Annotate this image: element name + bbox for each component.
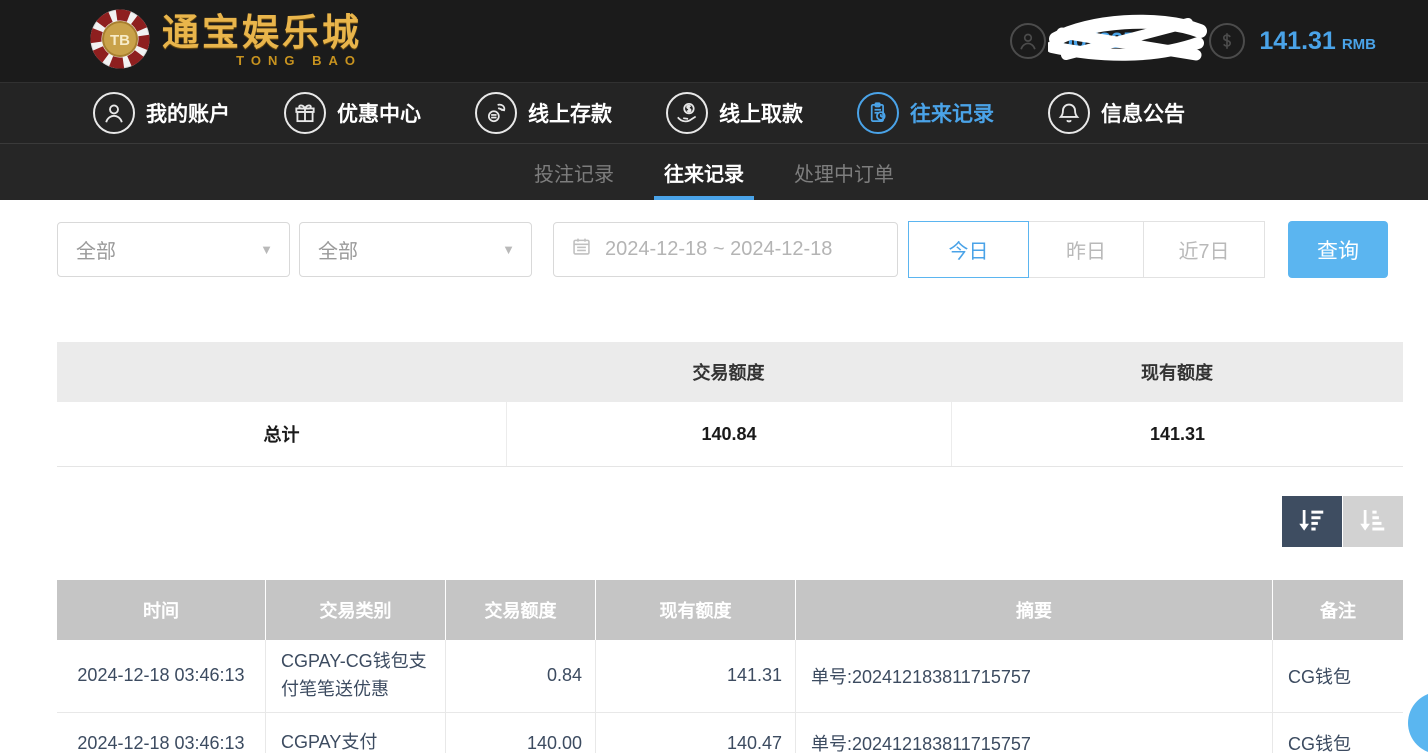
- user-avatar-icon: [1010, 23, 1046, 59]
- casino-chip-icon: TB: [88, 7, 152, 76]
- tab-betting-records[interactable]: 投注记录: [530, 144, 618, 200]
- topbar-right: bo7325 141.31 RMB: [1010, 0, 1376, 82]
- active-tab-underline: [654, 196, 754, 200]
- quick-date-buttons: 今日 昨日 近7日: [908, 221, 1265, 278]
- record-tabs: 投注记录 往来记录 处理中订单: [0, 143, 1428, 200]
- summary-header-balance: 现有额度: [951, 359, 1403, 385]
- nav-item-my-account[interactable]: 我的账户: [93, 92, 230, 134]
- table-cell: CGPAY-CG钱包支付笔笔送优惠: [265, 640, 445, 712]
- table-cell: 0.84: [445, 640, 595, 712]
- calendar-icon: [571, 236, 592, 263]
- floating-chat-button[interactable]: [1408, 692, 1428, 753]
- sort-descending-button[interactable]: [1282, 496, 1342, 547]
- table-cell: 单号:202412183811715757: [795, 640, 1272, 712]
- tab-label: 处理中订单: [794, 158, 894, 187]
- table-cell: 2024-12-18 03:46:13: [57, 640, 265, 712]
- chevron-down-icon: ▼: [260, 242, 273, 257]
- column-header: 交易额度: [445, 580, 595, 640]
- balance-number: 141.31: [1259, 27, 1335, 55]
- column-header: 交易类别: [265, 580, 445, 640]
- summary-header-row: 交易额度 现有额度: [57, 342, 1403, 402]
- records-body: 2024-12-18 03:46:13CGPAY-CG钱包支付笔笔送优惠0.84…: [57, 640, 1403, 753]
- table-cell: 140.00: [445, 713, 595, 753]
- tab-label: 投注记录: [534, 158, 614, 187]
- main-navigation: 我的账户 优惠中心: [0, 82, 1428, 143]
- nav-label: 我的账户: [146, 98, 230, 128]
- records-icon: [857, 92, 899, 134]
- chevron-down-icon: ▼: [502, 242, 515, 257]
- summary-total-label: 总计: [57, 421, 506, 447]
- category-dropdown[interactable]: 全部 ▼: [57, 222, 290, 277]
- nav-item-withdraw[interactable]: 线上取款: [666, 92, 803, 134]
- summary-total-row: 总计 140.84 141.31: [57, 402, 1403, 467]
- table-cell: 140.47: [595, 713, 795, 753]
- records-header-row: 时间交易类别交易额度现有额度摘要备注: [57, 580, 1403, 640]
- nav-label: 信息公告: [1101, 98, 1185, 128]
- summary-table: 交易额度 现有额度 总计 140.84 141.31: [57, 342, 1403, 467]
- top-header: TB 通宝娱乐城 TONG BAO bo7325: [0, 0, 1428, 82]
- table-row: 2024-12-18 03:46:13CGPAY-CG钱包支付笔笔送优惠0.84…: [57, 640, 1403, 713]
- tab-transaction-records[interactable]: 往来记录: [660, 144, 748, 200]
- summary-transaction-total: 140.84: [506, 402, 951, 466]
- table-cell: CG钱包: [1272, 713, 1403, 753]
- date-range-value: 2024-12-18 ~ 2024-12-18: [605, 238, 832, 261]
- today-button[interactable]: 今日: [908, 221, 1029, 278]
- sort-ascending-button[interactable]: [1343, 496, 1403, 547]
- wallet-balance: 141.31 RMB: [1209, 23, 1376, 59]
- summary-header-transaction: 交易额度: [506, 359, 951, 385]
- logo-subtitle: TONG BAO: [162, 53, 362, 68]
- table-cell: 141.31: [595, 640, 795, 712]
- sort-ascending-icon: [1358, 505, 1388, 538]
- nav-label: 往来记录: [910, 98, 994, 128]
- table-cell: 2024-12-18 03:46:13: [57, 713, 265, 753]
- user-account: bo7325: [1010, 23, 1136, 59]
- filter-bar: 全部 ▼ 全部 ▼ 2024-12-18 ~ 2024-12-18 今日: [57, 221, 1428, 278]
- username-text: bo7325: [1060, 28, 1136, 54]
- table-cell: CGPAY支付: [265, 713, 445, 753]
- tab-label: 往来记录: [664, 158, 744, 187]
- nav-label: 线上取款: [719, 98, 803, 128]
- deposit-icon: [475, 92, 517, 134]
- nav-label: 线上存款: [528, 98, 612, 128]
- tab-processing-orders[interactable]: 处理中订单: [790, 144, 898, 200]
- user-icon: [93, 92, 135, 134]
- svg-text:TB: TB: [110, 32, 130, 49]
- logo-text: 通宝娱乐城 TONG BAO: [162, 14, 362, 68]
- table-row: 2024-12-18 03:46:13CGPAY支付140.00140.47单号…: [57, 713, 1403, 753]
- page: TB 通宝娱乐城 TONG BAO bo7325: [0, 0, 1428, 753]
- sort-controls: [0, 496, 1403, 547]
- nav-item-announcements[interactable]: 信息公告: [1048, 92, 1185, 134]
- balance-currency: RMB: [1342, 36, 1376, 53]
- date-range-input[interactable]: 2024-12-18 ~ 2024-12-18: [553, 222, 898, 277]
- search-button[interactable]: 查询: [1288, 221, 1388, 278]
- nav-item-promotions[interactable]: 优惠中心: [284, 92, 421, 134]
- nav-item-deposit[interactable]: 线上存款: [475, 92, 612, 134]
- type-dropdown-value: 全部: [318, 235, 358, 264]
- category-dropdown-value: 全部: [76, 235, 116, 264]
- records-table: 时间交易类别交易额度现有额度摘要备注 2024-12-18 03:46:13CG…: [57, 580, 1403, 753]
- last-7-days-button[interactable]: 近7日: [1143, 221, 1265, 278]
- site-logo[interactable]: TB 通宝娱乐城 TONG BAO: [88, 7, 362, 76]
- bell-icon: [1048, 92, 1090, 134]
- nav-label: 优惠中心: [337, 98, 421, 128]
- summary-balance-total: 141.31: [951, 402, 1403, 466]
- table-cell: CG钱包: [1272, 640, 1403, 712]
- type-dropdown[interactable]: 全部 ▼: [299, 222, 532, 277]
- dollar-coin-icon: [1209, 23, 1245, 59]
- column-header: 时间: [57, 580, 265, 640]
- logo-title: 通宝娱乐城: [162, 14, 362, 51]
- column-header: 备注: [1272, 580, 1403, 640]
- balance-amount: 141.31 RMB: [1259, 27, 1376, 56]
- table-cell: 单号:202412183811715757: [795, 713, 1272, 753]
- sort-descending-icon: [1297, 505, 1327, 538]
- withdraw-icon: [666, 92, 708, 134]
- column-header: 现有额度: [595, 580, 795, 640]
- column-header: 摘要: [795, 580, 1272, 640]
- nav-item-records[interactable]: 往来记录: [857, 92, 994, 134]
- gift-icon: [284, 92, 326, 134]
- yesterday-button[interactable]: 昨日: [1028, 221, 1144, 278]
